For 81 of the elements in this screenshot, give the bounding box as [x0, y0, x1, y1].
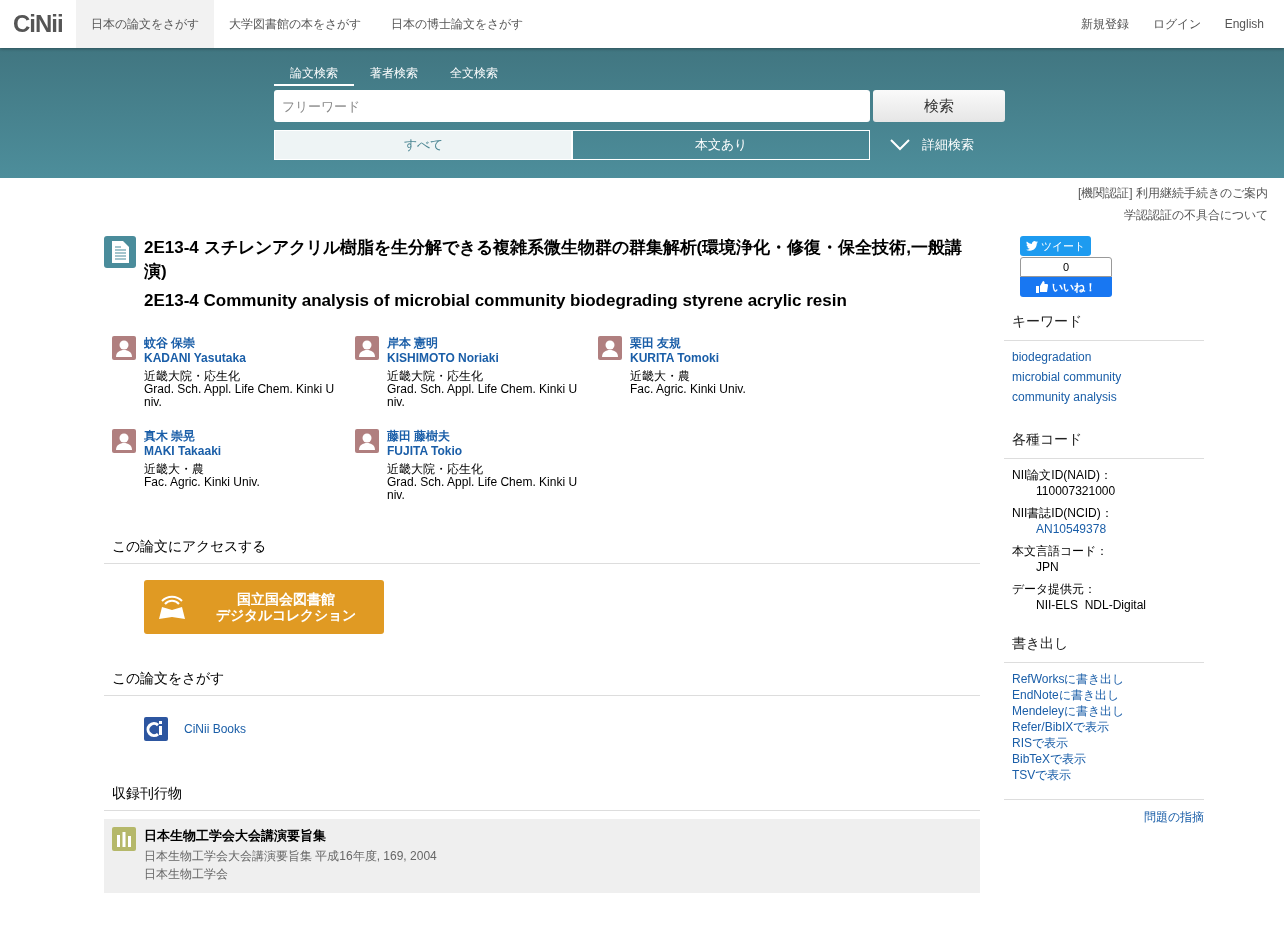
author-name-romanized[interactable]: FUJITA Tokio	[387, 443, 582, 459]
export-link[interactable]: RefWorksに書き出し	[1012, 671, 1196, 687]
author-affiliation: 近畿大院・応生化	[387, 369, 484, 383]
author-affiliation: 近畿大院・応生化	[387, 462, 484, 476]
author-affiliation: 近畿大院・応生化	[144, 369, 241, 383]
journal-title[interactable]: 日本生物工学会大会講演要旨集	[144, 826, 437, 845]
like-count: 0	[1020, 257, 1112, 277]
author-name[interactable]: 栗田 友規	[630, 335, 825, 351]
export-link[interactable]: RISで表示	[1012, 735, 1196, 751]
filter-toggle[interactable]: すべて	[274, 130, 572, 160]
code-label: NII論文ID(NAID)：	[1012, 467, 1113, 483]
export-link[interactable]: BibTeXで表示	[1012, 751, 1196, 767]
author-affiliation-english: Grad. Sch. Appl. Life Chem. Kinki Univ.	[387, 475, 579, 502]
notice-link[interactable]: [機関認証] 利用継続手続きのご案内	[1078, 184, 1268, 202]
export-link[interactable]: TSVで表示	[1012, 767, 1196, 783]
search-tab[interactable]: 全文検索	[434, 64, 514, 86]
section-heading: 書き出し	[1012, 635, 1068, 651]
author-name[interactable]: 真木 崇晃	[144, 428, 339, 444]
export-link[interactable]: EndNoteに書き出し	[1012, 687, 1196, 703]
section-heading: キーワード	[1012, 313, 1082, 329]
section-heading: 収録刊行物	[112, 784, 182, 801]
chevron-down-icon	[890, 139, 910, 151]
author-affiliation-english: Grad. Sch. Appl. Life Chem. Kinki Univ.	[144, 382, 336, 409]
article-title: 2E13-4 スチレンアクリル樹脂を生分解できる複雑系微生物群の群集解析(環境浄化・修復・保全技術,一般講演)	[144, 237, 963, 283]
section-heading: この論文をさがす	[112, 669, 224, 686]
like-button[interactable]: いいね！	[1020, 277, 1112, 297]
author-name-romanized[interactable]: KISHIMOTO Noriaki	[387, 350, 582, 366]
search-button[interactable]: 検索	[873, 90, 1005, 122]
filter-toggle[interactable]: 本文あり	[572, 130, 870, 160]
section-heading: この論文にアクセスする	[112, 537, 266, 554]
advanced-search-toggle[interactable]: 詳細検索	[890, 135, 974, 155]
header-link[interactable]: English	[1212, 0, 1276, 48]
person-icon	[112, 335, 136, 360]
person-icon	[355, 428, 379, 453]
header-link[interactable]: ログイン	[1140, 0, 1213, 48]
search-tab[interactable]: 著者検索	[354, 64, 434, 86]
author-affiliation: 近畿大・農	[630, 369, 691, 383]
code-label: 本文言語コード：	[1012, 543, 1109, 559]
author-name-romanized[interactable]: KURITA Tomoki	[630, 350, 825, 366]
journal-publisher: 日本生物工学会	[144, 865, 229, 883]
code-value: JPN	[1035, 559, 1060, 575]
document-icon	[104, 236, 136, 268]
search-field[interactable]: フリーワード	[274, 90, 870, 122]
code-value-link[interactable]: AN10549378	[1012, 521, 1196, 537]
keyword-link[interactable]: community analysis	[1012, 389, 1196, 405]
books-link[interactable]: CiNii Books	[184, 719, 246, 738]
nav-tab[interactable]: 日本の論文をさがす	[75, 0, 214, 48]
person-icon	[112, 428, 136, 453]
author-name-romanized[interactable]: MAKI Takaaki	[144, 443, 339, 459]
keyword-link[interactable]: microbial community	[1012, 369, 1196, 385]
nav-tab[interactable]: 大学図書館の本をさがす	[213, 0, 376, 48]
code-label: データ提供元：	[1012, 581, 1097, 597]
author-affiliation-english: Fac. Agric. Kinki Univ.	[144, 475, 261, 489]
code-label: NII書誌ID(NCID)：	[1012, 505, 1114, 521]
section-heading: 各種コード	[1012, 431, 1082, 447]
article-title-english: 2E13-4 Community analysis of microbial community biodegrading styrene acrylic resin	[144, 290, 848, 312]
export-link[interactable]: Mendeleyに書き出し	[1012, 703, 1196, 719]
person-icon	[355, 335, 379, 360]
search-tab[interactable]: 論文検索	[274, 64, 354, 86]
site-logo[interactable]: CiNii	[0, 0, 76, 48]
author-name-romanized[interactable]: KADANI Yasutaka	[144, 350, 339, 366]
author-name[interactable]: 蚊谷 保崇	[144, 335, 339, 351]
keyword-link[interactable]: biodegradation	[1012, 349, 1196, 365]
export-link[interactable]: Refer/BibIXで表示	[1012, 719, 1196, 735]
author-name[interactable]: 岸本 憲明	[387, 335, 582, 351]
report-issue-link[interactable]: 問題の指摘	[1144, 810, 1204, 824]
code-value: NII-ELS NDL-Digital	[1035, 597, 1148, 613]
header-link[interactable]: 新規登録	[1068, 0, 1141, 48]
thumbs-up-icon	[1036, 281, 1048, 293]
books-logo-icon	[144, 716, 168, 741]
bar-chart-icon	[112, 826, 136, 851]
author-affiliation-english: Grad. Sch. Appl. Life Chem. Kinki Univ.	[387, 382, 579, 409]
author-name[interactable]: 藤田 藤樹夫	[387, 428, 582, 444]
nav-tab[interactable]: 日本の博士論文をさがす	[375, 0, 538, 48]
journal-detail: 日本生物工学会大会講演要旨集 平成16年度, 169, 2004	[144, 847, 437, 865]
person-icon	[598, 335, 622, 360]
author-affiliation: 近畿大・農	[144, 462, 205, 476]
code-value: 110007321000	[1035, 483, 1117, 499]
notice-link[interactable]: 学認認証の不具合について	[1124, 206, 1268, 224]
bird-icon	[1026, 241, 1038, 251]
author-affiliation-english: Fac. Agric. Kinki Univ.	[630, 382, 747, 396]
